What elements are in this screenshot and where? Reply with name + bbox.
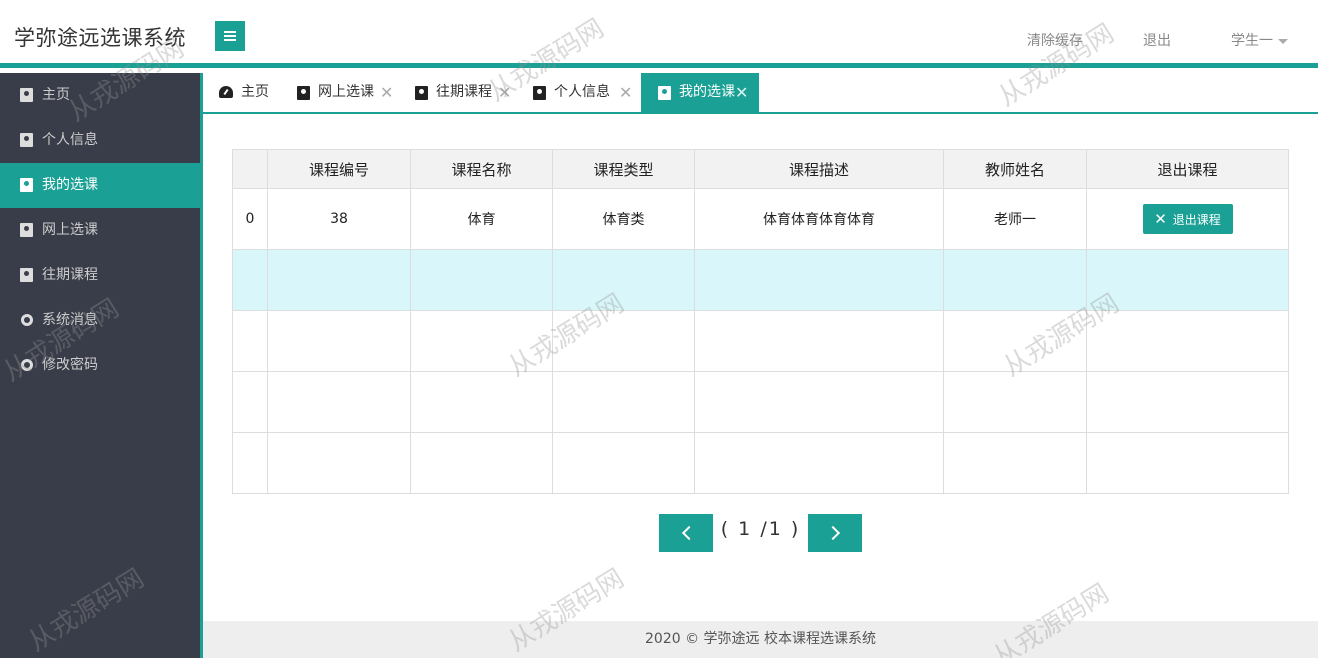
column-header-exit-course: 退出课程 bbox=[1086, 149, 1289, 189]
cell-teacher: 老师一 bbox=[943, 188, 1087, 250]
page-indicator: ( 1 /1 ) bbox=[720, 518, 801, 540]
sidebar-item-change-password[interactable]: 修改密码 bbox=[0, 343, 200, 388]
column-header-course-name: 课程名称 bbox=[410, 149, 553, 189]
clear-cache-link[interactable]: 清除缓存 bbox=[1027, 30, 1083, 50]
tab-home[interactable]: 主页 bbox=[203, 73, 283, 112]
contact-card-icon bbox=[20, 133, 33, 147]
tab-label: 网上选课 bbox=[318, 84, 374, 100]
logout-link[interactable]: 退出 bbox=[1143, 30, 1171, 50]
sidebar-divider bbox=[200, 73, 203, 658]
sidebar: 主页 个人信息 我的选课 网上选课 往期课程 系统消息 修改密码 bbox=[0, 73, 200, 658]
table-row-empty bbox=[232, 371, 1289, 433]
chevron-left-icon bbox=[681, 525, 697, 541]
table-row: 0 38 体育 体育类 体育体育体育体育 老师一 ✕ 退出课程 bbox=[232, 188, 1289, 250]
cell-course-type: 体育类 bbox=[552, 188, 695, 250]
user-menu[interactable]: 学生一 bbox=[1231, 30, 1288, 50]
sidebar-item-label: 主页 bbox=[42, 87, 70, 103]
table-header-row: 课程编号 课程名称 课程类型 课程描述 教师姓名 退出课程 bbox=[232, 149, 1289, 189]
cell-course-id: 38 bbox=[267, 188, 411, 250]
cell-action: ✕ 退出课程 bbox=[1086, 188, 1289, 250]
contact-card-icon bbox=[658, 86, 671, 100]
contact-card-icon bbox=[20, 88, 33, 102]
sidebar-item-my-courses[interactable]: 我的选课 bbox=[0, 163, 200, 208]
tab-label: 主页 bbox=[241, 84, 269, 100]
tab-online-selection[interactable]: 网上选课 ✕ bbox=[280, 73, 398, 112]
sidebar-item-label: 我的选课 bbox=[42, 177, 98, 193]
footer: 2020 © 学弥途远 校本课程选课系统 bbox=[203, 621, 1318, 658]
column-header-index bbox=[232, 149, 268, 189]
tab-label: 我的选课 bbox=[679, 84, 735, 100]
tab-label: 个人信息 bbox=[554, 84, 610, 100]
contact-card-icon bbox=[533, 86, 546, 100]
column-header-course-type: 课程类型 bbox=[552, 149, 695, 189]
chevron-right-icon bbox=[825, 525, 841, 541]
table-row-empty bbox=[232, 310, 1289, 372]
column-header-course-desc: 课程描述 bbox=[694, 149, 944, 189]
cell-index: 0 bbox=[232, 188, 268, 250]
exit-course-button[interactable]: ✕ 退出课程 bbox=[1142, 204, 1233, 234]
column-header-course-id: 课程编号 bbox=[267, 149, 411, 189]
exit-course-label: 退出课程 bbox=[1172, 213, 1221, 227]
sidebar-item-profile[interactable]: 个人信息 bbox=[0, 118, 200, 163]
close-icon[interactable]: ✕ bbox=[380, 73, 393, 112]
contact-card-icon bbox=[415, 86, 428, 100]
dashboard-icon bbox=[219, 86, 233, 98]
close-icon[interactable]: ✕ bbox=[619, 73, 632, 112]
course-table: 课程编号 课程名称 课程类型 课程描述 教师姓名 退出课程 0 38 体育 体育… bbox=[232, 149, 1289, 494]
tab-past-courses[interactable]: 往期课程 ✕ bbox=[398, 73, 516, 112]
caret-down-icon bbox=[1278, 38, 1288, 44]
sidebar-item-online-selection[interactable]: 网上选课 bbox=[0, 208, 200, 253]
contact-card-icon bbox=[20, 223, 33, 237]
sidebar-item-label: 网上选课 bbox=[42, 222, 98, 238]
contact-card-icon bbox=[20, 268, 33, 282]
sidebar-item-label: 系统消息 bbox=[42, 312, 98, 328]
contact-card-icon bbox=[20, 178, 33, 192]
tab-profile[interactable]: 个人信息 ✕ bbox=[516, 73, 641, 112]
close-icon[interactable]: ✕ bbox=[498, 73, 511, 112]
close-icon: ✕ bbox=[1154, 210, 1167, 228]
circle-icon bbox=[21, 359, 33, 371]
sidebar-item-past-courses[interactable]: 往期课程 bbox=[0, 253, 200, 298]
table-row-empty bbox=[232, 432, 1289, 494]
hamburger-icon bbox=[224, 31, 236, 41]
column-header-teacher: 教师姓名 bbox=[943, 149, 1087, 189]
next-page-button[interactable] bbox=[808, 514, 862, 552]
close-icon[interactable]: ✕ bbox=[735, 73, 748, 112]
cell-course-name: 体育 bbox=[410, 188, 553, 250]
sidebar-item-messages[interactable]: 系统消息 bbox=[0, 298, 200, 343]
cell-course-desc: 体育体育体育体育 bbox=[694, 188, 944, 250]
contact-card-icon bbox=[297, 86, 310, 100]
menu-toggle-button[interactable] bbox=[215, 21, 245, 51]
table-row-empty bbox=[232, 249, 1289, 311]
sidebar-item-label: 往期课程 bbox=[42, 267, 98, 283]
circle-icon bbox=[21, 314, 33, 326]
top-header: 学弥途远选课系统 清除缓存 退出 学生一 bbox=[0, 0, 1318, 68]
prev-page-button[interactable] bbox=[659, 514, 713, 552]
sidebar-item-label: 修改密码 bbox=[42, 357, 98, 373]
tab-my-courses[interactable]: 我的选课 ✕ bbox=[641, 73, 759, 112]
user-name: 学生一 bbox=[1231, 33, 1273, 49]
tab-label: 往期课程 bbox=[436, 84, 492, 100]
app-title: 学弥途远选课系统 bbox=[14, 26, 186, 50]
sidebar-item-label: 个人信息 bbox=[42, 132, 98, 148]
sidebar-item-home[interactable]: 主页 bbox=[0, 73, 200, 118]
tab-bar: 主页 网上选课 ✕ 往期课程 ✕ 个人信息 ✕ 我的选课 ✕ bbox=[203, 73, 1318, 114]
